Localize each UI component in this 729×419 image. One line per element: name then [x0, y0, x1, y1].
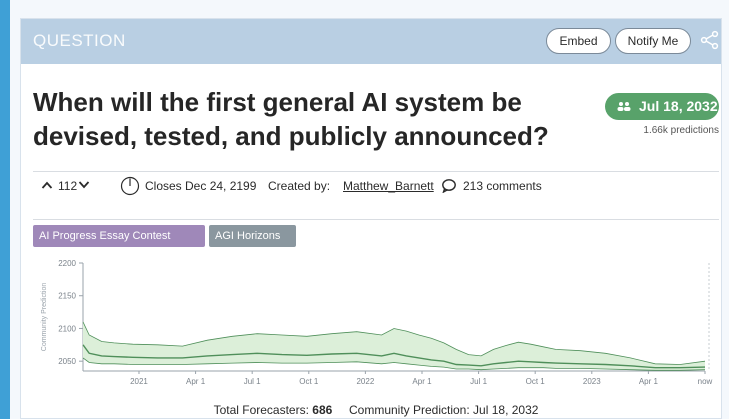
y-tick-label: 2050 — [58, 357, 76, 366]
prediction-date: Jul 18, 2032 — [639, 98, 718, 114]
comments-link[interactable]: 213 comments — [463, 179, 542, 193]
tag-ai-progress-essay-contest[interactable]: AI Progress Essay Contest — [33, 225, 205, 247]
window-edge — [0, 0, 10, 419]
prediction-count: 1.66k predictions — [643, 125, 719, 136]
divider — [33, 171, 719, 172]
x-tick-label: Apr 1 — [412, 377, 432, 386]
share-icon[interactable] — [700, 30, 720, 50]
forecasters-label: Total Forecasters: — [213, 403, 309, 417]
upvote-icon[interactable] — [41, 180, 53, 190]
y-tick-label: 2100 — [58, 324, 76, 333]
card-header: QUESTION Embed Notify Me — [21, 19, 721, 64]
y-axis-label: Community Prediction — [41, 283, 48, 352]
y-tick-label: 2200 — [58, 259, 76, 268]
question-title: When will the first general AI system be… — [33, 87, 549, 151]
forecasters-value: 686 — [312, 403, 333, 417]
x-tick-label: Oct 1 — [299, 377, 319, 386]
x-tick-label: 2023 — [583, 377, 601, 386]
notify-me-button[interactable]: Notify Me — [615, 28, 691, 54]
comment-icon — [442, 179, 456, 193]
close-date: Closes Dec 24, 2199 — [145, 179, 257, 193]
x-tick-label: now — [698, 377, 713, 386]
users-icon — [617, 102, 631, 111]
header-label: QUESTION — [33, 31, 126, 50]
chart-footer: Total Forecasters: 686 Community Predict… — [33, 403, 719, 417]
x-tick-label: 2022 — [356, 377, 374, 386]
x-tick-label: Apr 1 — [186, 377, 206, 386]
divider — [33, 219, 719, 220]
community-prediction-badge: Jul 18, 2032 — [605, 93, 719, 120]
author-link[interactable]: Matthew_Barnett — [343, 179, 434, 193]
x-tick-label: Oct 1 — [526, 377, 546, 386]
prediction-history-chart: 2050 2100 2150 2200 Community Prediction 2021… — [41, 259, 713, 386]
meta-row: 112 Closes Dec 24, 2199 Created by: Matt… — [33, 176, 719, 198]
embed-button[interactable]: Embed — [546, 28, 611, 54]
community-prediction-label: Community Prediction: — [348, 403, 470, 417]
vote-count: 112 — [58, 179, 78, 193]
x-tick-label: Apr 1 — [639, 377, 659, 386]
x-tick-label: 2021 — [130, 377, 148, 386]
tag-agi-horizons[interactable]: AGI Horizons — [209, 225, 296, 247]
y-tick-label: 2150 — [58, 292, 76, 301]
question-card: QUESTION Embed Notify Me When will the f… — [20, 18, 722, 419]
created-by-label: Created by: — [268, 179, 331, 193]
x-tick-label: Jul 1 — [470, 377, 487, 386]
community-prediction-value: Jul 18, 2032 — [473, 403, 539, 417]
downvote-icon[interactable] — [78, 180, 90, 190]
x-tick-label: Jul 1 — [244, 377, 261, 386]
clock-icon — [120, 176, 140, 196]
